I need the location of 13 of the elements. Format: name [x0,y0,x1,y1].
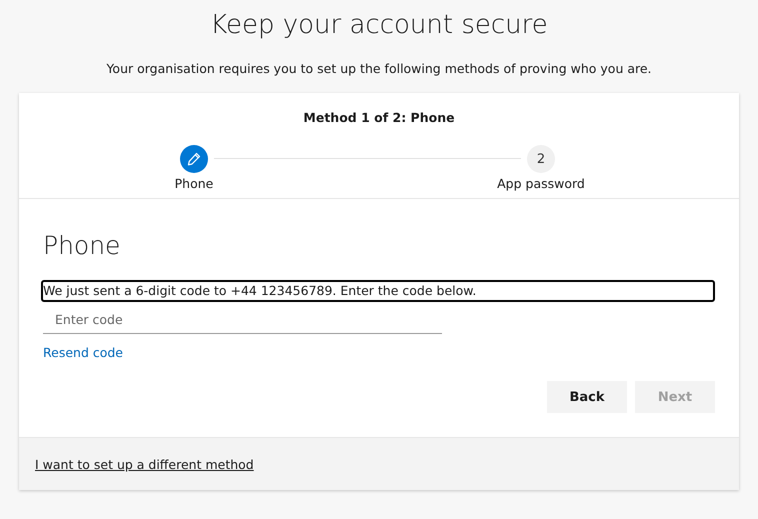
step-label: App password [497,176,585,191]
pencil-icon [187,152,201,166]
page-subtitle: Your organisation requires you to set up the following methods of proving who you are. [105,61,653,78]
code-input-field[interactable]: Enter code [43,306,442,334]
different-method-link[interactable]: I want to set up a different method [35,456,254,472]
page-title: Keep your account secure [209,9,549,42]
step-label: Phone [174,176,214,191]
resend-code-link[interactable]: Resend code [43,345,123,360]
instruction-text: We just sent a 6-digit code to +44 123456789. Enter the code below. [41,280,715,302]
method-counter: Method 1 of 2: Phone [302,110,456,127]
step-number: 2 [527,145,555,173]
back-button[interactable]: Back [547,381,627,413]
method-heading: Phone [43,230,122,262]
